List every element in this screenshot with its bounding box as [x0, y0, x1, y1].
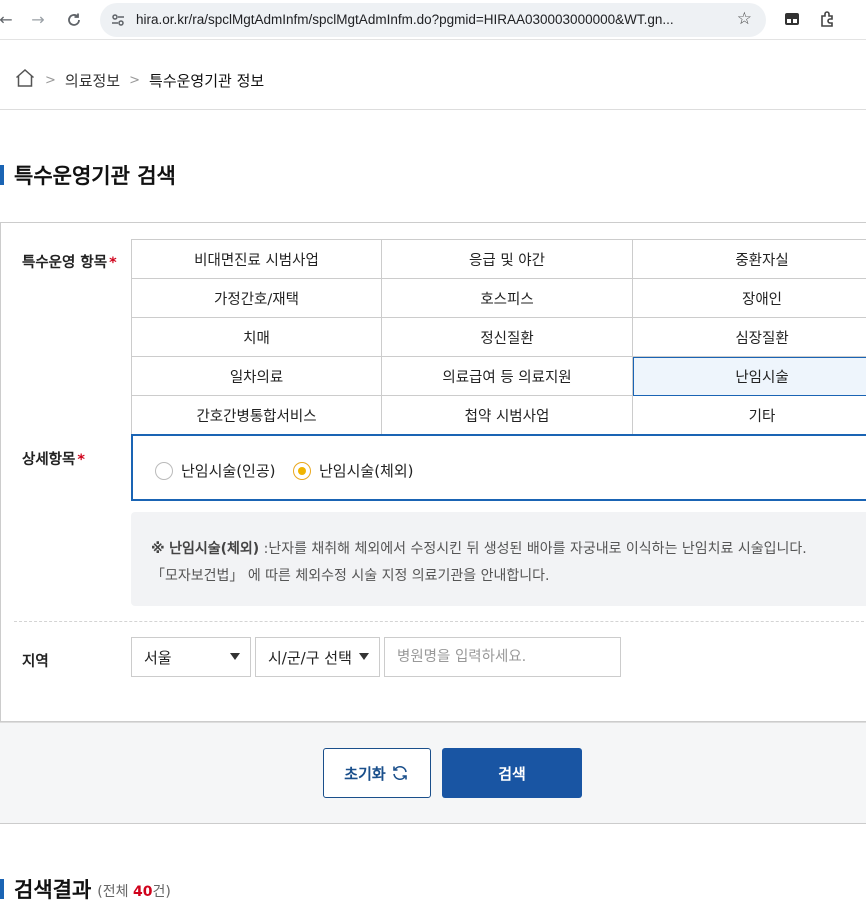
category-option[interactable]: 비대면진료 시범사업: [132, 240, 382, 279]
breadcrumb: > 의료정보 > 특수운영기관 정보: [14, 68, 264, 92]
address-bar[interactable]: hira.or.kr/ra/spclMgtAdmInfm/spclMgtAdmI…: [100, 3, 766, 37]
category-option[interactable]: 응급 및 야간: [382, 240, 633, 279]
category-grid: 비대면진료 시범사업 응급 및 야간 중환자실 가정간호/재택 호스피스 장애인…: [131, 239, 866, 435]
heading-bar: [0, 879, 4, 899]
category-option[interactable]: 첩약 시범사업: [382, 396, 633, 435]
search-button[interactable]: 검색: [442, 748, 582, 798]
caret-down-icon: [359, 653, 369, 660]
bookmark-star-icon[interactable]: ☆: [737, 9, 752, 29]
required-mark: *: [77, 452, 85, 468]
info-note: ※ 난임시술(체외) :난자를 채취해 체외에서 수정시킨 뒤 생성된 배아를 …: [131, 512, 866, 606]
url-text[interactable]: hira.or.kr/ra/spclMgtAdmInfm/spclMgtAdmI…: [136, 12, 674, 27]
refresh-icon: [392, 765, 407, 781]
reset-button[interactable]: 초기화: [323, 748, 431, 798]
reset-button-label: 초기화: [344, 764, 386, 783]
category-option[interactable]: 간호간병통합서비스: [132, 396, 382, 435]
breadcrumb-item[interactable]: 의료정보: [65, 70, 120, 91]
radio-option-artificial[interactable]: 난임시술(인공): [155, 460, 276, 481]
radio-button[interactable]: [155, 461, 173, 480]
page-title: 특수운영기관 검색: [14, 164, 176, 188]
region-label: 지역: [22, 654, 49, 670]
count-number: 40: [132, 884, 153, 900]
category-label-text: 특수운영 항목: [22, 255, 108, 271]
browser-toolbar: ← → hira.or.kr/ra/spclMgtAdmInfm/spclMgt…: [0, 0, 866, 40]
site-settings-icon[interactable]: [110, 12, 126, 28]
radio-label: 난임시술(인공): [181, 462, 276, 480]
detail-label: 상세항목 *: [22, 448, 85, 469]
puzzle-extensions-icon[interactable]: [818, 9, 838, 29]
extension-icon[interactable]: [782, 9, 802, 29]
detail-options-box: 난임시술(인공) 난임시술(체외): [131, 434, 866, 501]
heading-bar: [0, 165, 4, 185]
category-option[interactable]: 치매: [132, 318, 382, 357]
results-count: (전체 40건): [97, 881, 171, 901]
reload-icon[interactable]: [62, 8, 86, 32]
note-prefix: ※: [151, 541, 165, 557]
region-select-value: 서울: [144, 648, 172, 667]
home-icon[interactable]: [14, 67, 36, 93]
forward-arrow-icon[interactable]: →: [26, 8, 50, 32]
chevron-right-icon: >: [45, 72, 56, 88]
district-select[interactable]: 시/군/구 선택: [255, 637, 380, 677]
note-line-2: 「모자보건법」 에 따른 체외수정 시술 지정 의료기관을 안내합니다.: [151, 568, 550, 584]
category-option[interactable]: 정신질환: [382, 318, 633, 357]
category-option[interactable]: 장애인: [633, 279, 866, 318]
count-suffix: 건): [152, 884, 171, 900]
caret-down-icon: [230, 653, 240, 660]
results-title: 검색결과: [14, 878, 92, 902]
divider: [0, 109, 866, 110]
category-option[interactable]: 심장질환: [633, 318, 866, 357]
category-option[interactable]: 호스피스: [382, 279, 633, 318]
category-option[interactable]: 일차의료: [132, 357, 382, 396]
category-label: 특수운영 항목 *: [22, 251, 117, 272]
chevron-right-icon: >: [129, 72, 141, 88]
region-select[interactable]: 서울: [131, 637, 251, 677]
radio-option-ivf[interactable]: 난임시술(체외): [293, 460, 414, 481]
count-prefix: (전체: [97, 884, 133, 900]
note-line-1: ※ 난임시술(체외) :난자를 채취해 체외에서 수정시킨 뒤 생성된 배아를 …: [151, 538, 807, 558]
section-heading: 특수운영기관 검색: [0, 160, 176, 190]
note-desc: :난자를 채취해 체외에서 수정시킨 뒤 생성된 배아를 자궁내로 이식하는 난…: [263, 541, 807, 557]
category-option[interactable]: 가정간호/재택: [132, 279, 382, 318]
breadcrumb-item-current[interactable]: 특수운영기관 정보: [149, 70, 264, 91]
results-heading: 검색결과 (전체 40건): [0, 874, 171, 904]
category-option-selected[interactable]: 난임시술: [633, 357, 866, 396]
hospital-name-input[interactable]: [384, 637, 621, 677]
radio-button-checked[interactable]: [293, 461, 311, 480]
category-option[interactable]: 의료급여 등 의료지원: [382, 357, 633, 396]
district-select-value: 시/군/구 선택: [268, 648, 352, 667]
button-area: [0, 722, 866, 824]
required-mark: *: [109, 255, 117, 271]
back-arrow-icon[interactable]: ←: [0, 8, 18, 32]
category-option[interactable]: 중환자실: [633, 240, 866, 279]
radio-label: 난임시술(체외): [319, 462, 414, 480]
category-option[interactable]: 기타: [633, 396, 866, 435]
detail-label-text: 상세항목: [22, 452, 76, 468]
note-term: 난임시술(체외): [169, 541, 260, 557]
divider: [14, 621, 866, 622]
